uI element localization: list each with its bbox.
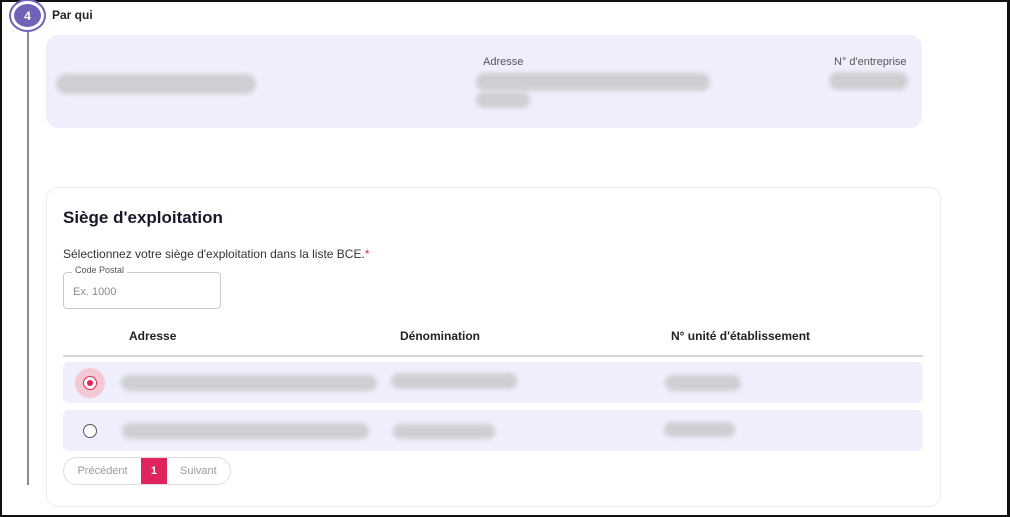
section-title: Siège d'exploitation bbox=[63, 208, 223, 227]
table-header-divider bbox=[63, 355, 923, 357]
previous-page-button[interactable]: Précédent bbox=[64, 458, 141, 484]
redacted-address-line-2 bbox=[476, 92, 530, 108]
redacted-unit-number bbox=[665, 375, 741, 391]
required-marker: * bbox=[364, 247, 370, 261]
timeline-line bbox=[27, 30, 29, 485]
radio-selected-icon bbox=[83, 376, 97, 390]
address-label: Adresse bbox=[483, 56, 524, 68]
redacted-denomination bbox=[391, 373, 517, 389]
redacted-denomination bbox=[393, 424, 495, 439]
redacted-enterprise-number bbox=[829, 72, 908, 90]
redacted-unit-number bbox=[664, 422, 735, 437]
redacted-address-line-1 bbox=[476, 73, 710, 91]
row-radio[interactable] bbox=[75, 368, 105, 398]
step-number-badge: 4 bbox=[11, 1, 44, 30]
column-header-denomination: Dénomination bbox=[400, 329, 480, 343]
radio-unselected-icon bbox=[83, 424, 97, 438]
row-radio[interactable] bbox=[75, 416, 105, 446]
column-header-address: Adresse bbox=[129, 329, 177, 343]
redacted-address bbox=[122, 423, 369, 439]
redacted-address bbox=[121, 375, 377, 391]
redacted-company-name bbox=[56, 74, 256, 94]
instruction-label: Sélectionnez votre siège d'exploitation … bbox=[63, 247, 365, 261]
column-header-unit-number: N° unité d'établissement bbox=[671, 329, 811, 343]
enterprise-number-label: N° d'entreprise bbox=[834, 56, 907, 68]
step-title: Par qui bbox=[52, 8, 93, 22]
postal-code-input[interactable] bbox=[73, 284, 213, 300]
next-page-button[interactable]: Suivant bbox=[167, 458, 230, 484]
page-1-button[interactable]: 1 bbox=[141, 458, 167, 484]
pagination: Précédent 1 Suivant bbox=[63, 457, 231, 485]
postal-code-label: Code Postal bbox=[72, 265, 128, 275]
instruction-text: Sélectionnez votre siège d'exploitation … bbox=[63, 247, 369, 261]
